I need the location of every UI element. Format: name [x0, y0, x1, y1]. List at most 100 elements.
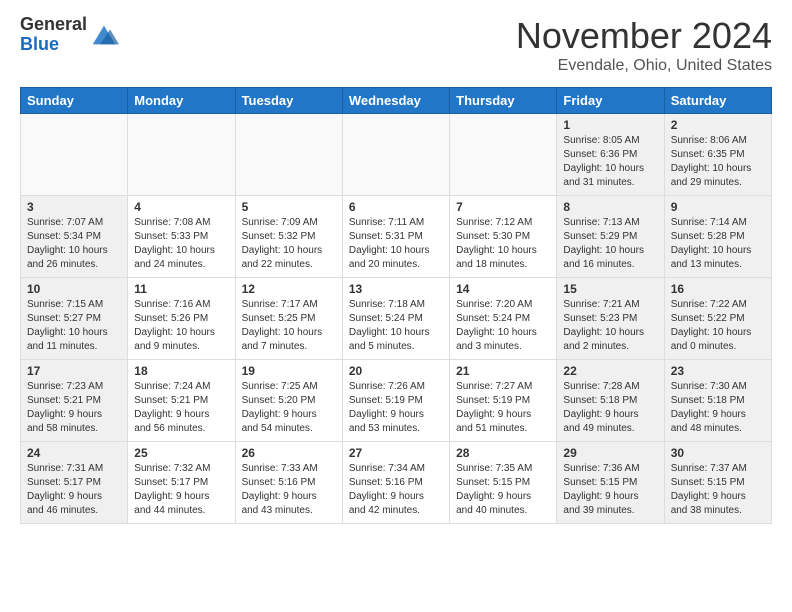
day-number: 14	[456, 282, 550, 296]
day-number: 2	[671, 118, 765, 132]
day-number: 12	[242, 282, 336, 296]
calendar-header-wednesday: Wednesday	[342, 88, 449, 114]
logo-blue: Blue	[20, 34, 59, 54]
day-number: 7	[456, 200, 550, 214]
calendar-cell: 3Sunrise: 7:07 AMSunset: 5:34 PMDaylight…	[21, 196, 128, 278]
calendar-week-2: 3Sunrise: 7:07 AMSunset: 5:34 PMDaylight…	[21, 196, 772, 278]
day-number: 30	[671, 446, 765, 460]
calendar-cell: 13 Sunrise: 7:18 AMSunset: 5:24 PMDayligh…	[342, 278, 449, 360]
calendar-cell: 11 Sunrise: 7:16 AMSunset: 5:26 PMDayligh…	[128, 278, 235, 360]
calendar-header-monday: Monday	[128, 88, 235, 114]
day-info: Sunrise: 7:24 AMSunset: 5:21 PMDaylight:…	[134, 380, 228, 436]
calendar-cell	[128, 114, 235, 196]
day-number: 27	[349, 446, 443, 460]
day-number: 4	[134, 200, 228, 214]
calendar-cell	[21, 114, 128, 196]
day-number: 21	[456, 364, 550, 378]
day-number: 23	[671, 364, 765, 378]
calendar-cell: 1 Sunrise: 8:05 AMSunset: 6:36 PMDaylight…	[557, 114, 664, 196]
day-info: Sunrise: 8:05 AMSunset: 6:36 PMDaylight:…	[563, 134, 657, 190]
calendar-cell: 30 Sunrise: 7:37 AMSunset: 5:15 PMDayligh…	[664, 442, 771, 524]
calendar-cell: 18 Sunrise: 7:24 AMSunset: 5:21 PMDayligh…	[128, 360, 235, 442]
calendar-cell: 8Sunrise: 7:13 AMSunset: 5:29 PMDaylight…	[557, 196, 664, 278]
day-number: 11	[134, 282, 228, 296]
day-info: Sunrise: 7:23 AMSunset: 5:21 PMDaylight:…	[27, 380, 121, 436]
calendar-header-saturday: Saturday	[664, 88, 771, 114]
day-info: Sunrise: 7:12 AMSunset: 5:30 PMDaylight:…	[456, 216, 550, 272]
day-number: 22	[563, 364, 657, 378]
day-info: Sunrise: 7:28 AMSunset: 5:18 PMDaylight:…	[563, 380, 657, 436]
day-info: Sunrise: 7:18 AMSunset: 5:24 PMDaylight:…	[349, 298, 443, 354]
day-info: Sunrise: 7:34 AMSunset: 5:16 PMDaylight:…	[349, 462, 443, 518]
calendar-cell: 4 Sunrise: 7:08 AMSunset: 5:33 PMDaylight…	[128, 196, 235, 278]
day-number: 19	[242, 364, 336, 378]
calendar-week-3: 10 Sunrise: 7:15 AMSunset: 5:27 PMDayligh…	[21, 278, 772, 360]
day-info: Sunrise: 7:22 AMSunset: 5:22 PMDaylight:…	[671, 298, 765, 354]
calendar-cell: 12 Sunrise: 7:17 AMSunset: 5:25 PMDayligh…	[235, 278, 342, 360]
calendar-cell: 9 Sunrise: 7:14 AMSunset: 5:28 PMDaylight…	[664, 196, 771, 278]
calendar-cell: 22 Sunrise: 7:28 AMSunset: 5:18 PMDayligh…	[557, 360, 664, 442]
calendar-cell: 24 Sunrise: 7:31 AMSunset: 5:17 PMDayligh…	[21, 442, 128, 524]
calendar-cell: 2 Sunrise: 8:06 AMSunset: 6:35 PMDaylight…	[664, 114, 771, 196]
calendar-cell: 27 Sunrise: 7:34 AMSunset: 5:16 PMDayligh…	[342, 442, 449, 524]
calendar-cell: 29Sunrise: 7:36 AMSunset: 5:15 PMDayligh…	[557, 442, 664, 524]
calendar-week-5: 24 Sunrise: 7:31 AMSunset: 5:17 PMDayligh…	[21, 442, 772, 524]
calendar-cell: 25Sunrise: 7:32 AMSunset: 5:17 PMDayligh…	[128, 442, 235, 524]
day-number: 24	[27, 446, 121, 460]
day-number: 13	[349, 282, 443, 296]
day-info: Sunrise: 7:36 AMSunset: 5:15 PMDaylight:…	[563, 462, 657, 518]
day-number: 3	[27, 200, 121, 214]
calendar-week-1: 1 Sunrise: 8:05 AMSunset: 6:36 PMDaylight…	[21, 114, 772, 196]
calendar-cell: 26 Sunrise: 7:33 AMSunset: 5:16 PMDayligh…	[235, 442, 342, 524]
day-number: 9	[671, 200, 765, 214]
day-info: Sunrise: 7:13 AMSunset: 5:29 PMDaylight:…	[563, 216, 657, 272]
calendar-header-tuesday: Tuesday	[235, 88, 342, 114]
day-number: 17	[27, 364, 121, 378]
calendar-cell	[235, 114, 342, 196]
day-number: 1	[563, 118, 657, 132]
day-number: 5	[242, 200, 336, 214]
logo-general: General	[20, 14, 87, 34]
header: General Blue November 2024 Evendale, Ohi…	[20, 15, 772, 75]
calendar-header-friday: Friday	[557, 88, 664, 114]
day-info: Sunrise: 7:30 AMSunset: 5:18 PMDaylight:…	[671, 380, 765, 436]
logo-icon	[89, 20, 119, 50]
day-number: 16	[671, 282, 765, 296]
day-info: Sunrise: 7:27 AMSunset: 5:19 PMDaylight:…	[456, 380, 550, 436]
logo: General Blue	[20, 15, 119, 55]
day-number: 26	[242, 446, 336, 460]
calendar-cell	[450, 114, 557, 196]
day-info: Sunrise: 7:15 AMSunset: 5:27 PMDaylight:…	[27, 298, 121, 354]
calendar-cell: 15 Sunrise: 7:21 AMSunset: 5:23 PMDayligh…	[557, 278, 664, 360]
day-info: Sunrise: 7:21 AMSunset: 5:23 PMDaylight:…	[563, 298, 657, 354]
day-number: 10	[27, 282, 121, 296]
main-title: November 2024	[516, 15, 772, 57]
day-info: Sunrise: 7:35 AMSunset: 5:15 PMDaylight:…	[456, 462, 550, 518]
calendar-cell: 28 Sunrise: 7:35 AMSunset: 5:15 PMDayligh…	[450, 442, 557, 524]
day-info: Sunrise: 7:37 AMSunset: 5:15 PMDaylight:…	[671, 462, 765, 518]
calendar-cell: 23 Sunrise: 7:30 AMSunset: 5:18 PMDayligh…	[664, 360, 771, 442]
calendar-cell	[342, 114, 449, 196]
day-info: Sunrise: 7:16 AMSunset: 5:26 PMDaylight:…	[134, 298, 228, 354]
day-info: Sunrise: 7:33 AMSunset: 5:16 PMDaylight:…	[242, 462, 336, 518]
day-info: Sunrise: 7:17 AMSunset: 5:25 PMDaylight:…	[242, 298, 336, 354]
subtitle: Evendale, Ohio, United States	[516, 57, 772, 75]
calendar-week-4: 17 Sunrise: 7:23 AMSunset: 5:21 PMDayligh…	[21, 360, 772, 442]
calendar-cell: 20 Sunrise: 7:26 AMSunset: 5:19 PMDayligh…	[342, 360, 449, 442]
day-number: 20	[349, 364, 443, 378]
day-info: Sunrise: 7:08 AMSunset: 5:33 PMDaylight:…	[134, 216, 228, 272]
day-info: Sunrise: 7:26 AMSunset: 5:19 PMDaylight:…	[349, 380, 443, 436]
calendar-cell: 14Sunrise: 7:20 AMSunset: 5:24 PMDayligh…	[450, 278, 557, 360]
day-info: Sunrise: 8:06 AMSunset: 6:35 PMDaylight:…	[671, 134, 765, 190]
calendar-cell: 21 Sunrise: 7:27 AMSunset: 5:19 PMDayligh…	[450, 360, 557, 442]
day-info: Sunrise: 7:32 AMSunset: 5:17 PMDaylight:…	[134, 462, 228, 518]
day-info: Sunrise: 7:31 AMSunset: 5:17 PMDaylight:…	[27, 462, 121, 518]
calendar-header-sunday: Sunday	[21, 88, 128, 114]
day-number: 18	[134, 364, 228, 378]
day-number: 28	[456, 446, 550, 460]
calendar-header-thursday: Thursday	[450, 88, 557, 114]
day-number: 15	[563, 282, 657, 296]
calendar-cell: 7 Sunrise: 7:12 AMSunset: 5:30 PMDaylight…	[450, 196, 557, 278]
calendar-cell: 5Sunrise: 7:09 AMSunset: 5:32 PMDaylight…	[235, 196, 342, 278]
day-info: Sunrise: 7:14 AMSunset: 5:28 PMDaylight:…	[671, 216, 765, 272]
